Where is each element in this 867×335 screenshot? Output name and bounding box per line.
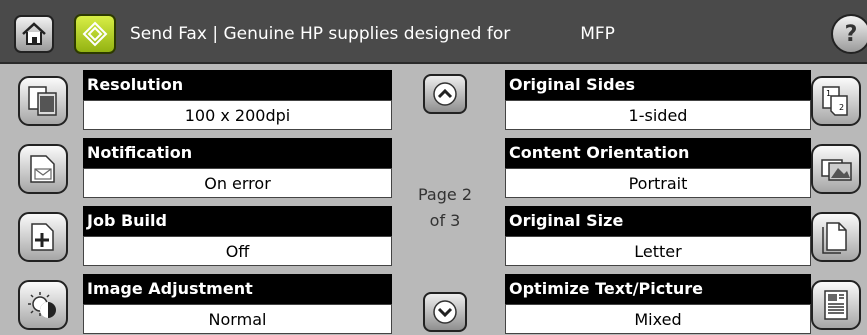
setting-value[interactable]: 100 x 200dpi [83, 100, 392, 130]
setting-value[interactable]: Letter [505, 236, 811, 266]
setting-label: Original Sides [505, 70, 811, 100]
svg-text:2: 2 [839, 103, 844, 112]
notification-icon [30, 155, 55, 183]
notification-icon-button[interactable] [18, 144, 68, 194]
page-indicator: Page 2 of 3 [415, 182, 475, 234]
setting-label: Notification [83, 138, 392, 168]
job-build-icon [31, 223, 54, 251]
setting-value[interactable]: Normal [83, 304, 392, 334]
setting-label: Resolution [83, 70, 392, 100]
page-title: Send Fax | Genuine HP supplies designed … [130, 24, 615, 44]
setting-label: Original Size [505, 206, 811, 236]
page-down-button[interactable] [423, 292, 467, 332]
content-orientation-icon [821, 159, 852, 181]
page-indicator-current: Page 2 [418, 185, 472, 204]
setting-label: Optimize Text/Picture [505, 274, 811, 304]
send-fax-icon [74, 14, 116, 54]
setting-value[interactable]: Off [83, 236, 392, 266]
resolution-icon [28, 86, 57, 116]
page-up-button[interactable] [423, 74, 467, 114]
setting-value[interactable]: On error [83, 168, 392, 198]
original-size-icon-button[interactable] [811, 212, 861, 262]
setting-value[interactable]: Portrait [505, 168, 811, 198]
optimize-text-picture-icon-button[interactable] [811, 280, 861, 330]
page-indicator-total: of 3 [429, 211, 461, 230]
chevron-up-icon [433, 82, 457, 106]
chevron-down-icon [433, 300, 457, 324]
content-orientation-icon-button[interactable] [811, 144, 861, 194]
help-icon: ? [844, 21, 858, 47]
setting-value[interactable]: 1-sided [505, 100, 811, 130]
optimize-text-picture-icon [824, 290, 848, 320]
original-sides-icon: 1 2 [822, 86, 848, 116]
title-bar: Send Fax | Genuine HP supplies designed … [0, 0, 867, 64]
home-button[interactable] [14, 15, 54, 53]
original-size-icon [822, 222, 847, 254]
original-sides-icon-button[interactable]: 1 2 [811, 76, 861, 126]
image-adjustment-icon [28, 292, 56, 318]
home-icon [22, 22, 46, 45]
setting-label: Image Adjustment [83, 274, 392, 304]
help-button[interactable]: ? [831, 14, 867, 54]
image-adjustment-icon-button[interactable] [18, 280, 68, 330]
resolution-icon-button[interactable] [18, 76, 68, 126]
svg-text:1: 1 [826, 89, 831, 98]
setting-label: Content Orientation [505, 138, 811, 168]
setting-label: Job Build [83, 206, 392, 236]
job-build-icon-button[interactable] [18, 212, 68, 262]
setting-value[interactable]: Mixed [505, 304, 811, 334]
